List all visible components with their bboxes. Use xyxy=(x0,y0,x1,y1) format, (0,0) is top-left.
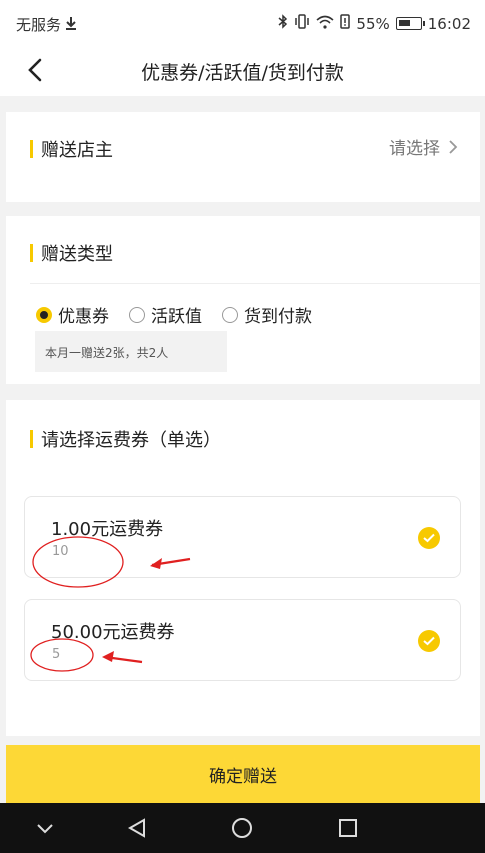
battery-percent: 55% xyxy=(356,14,390,33)
owner-section-title: 赠送店主 xyxy=(30,136,113,162)
nav-bar: 优惠券/活跃值/货到付款 xyxy=(0,46,485,96)
coupon-item[interactable]: 50.00元运费券 5 xyxy=(24,599,461,681)
owner-title-text: 赠送店主 xyxy=(41,140,113,161)
carrier-text: 无服务 xyxy=(16,16,62,34)
recents-nav-icon[interactable] xyxy=(337,817,359,839)
coupon-item[interactable]: 1.00元运费券 10 xyxy=(24,496,461,578)
radio-coupon[interactable]: 优惠券 xyxy=(36,302,109,327)
owner-section[interactable]: 赠送店主 请选择 xyxy=(6,112,480,202)
coupon-title-text: 请选择运费券（单选） xyxy=(41,430,221,451)
bluetooth-icon xyxy=(278,14,288,33)
type-radio-group: 优惠券 活跃值 货到付款 xyxy=(36,302,312,327)
status-bar: 无服务 55% 16:02 xyxy=(0,0,485,46)
radio-activity[interactable]: 活跃值 xyxy=(129,302,202,327)
coupon-section: 请选择运费券（单选） 1.00元运费券 10 50.00元运费券 5 xyxy=(6,400,480,736)
accent-bar xyxy=(30,430,33,448)
quota-hint: 本月一赠送2张，共2人 xyxy=(35,331,227,372)
type-section: 赠送类型 优惠券 活跃值 货到付款 本月一赠送2张，共2人 xyxy=(6,216,480,384)
clock-time: 16:02 xyxy=(427,14,471,33)
divider xyxy=(30,283,480,284)
accent-bar xyxy=(30,244,33,262)
status-left: 无服务 xyxy=(16,14,77,35)
home-nav-icon[interactable] xyxy=(231,817,253,839)
chevron-right-icon xyxy=(449,139,458,154)
battery-icon xyxy=(395,17,425,30)
radio-unselected-icon xyxy=(129,306,145,323)
radio-label: 优惠券 xyxy=(58,307,109,327)
system-nav-bar xyxy=(0,803,485,853)
vibrate-icon xyxy=(294,14,310,33)
coupon-count: 5 xyxy=(52,647,61,662)
hide-keyboard-icon[interactable] xyxy=(34,817,56,839)
radio-cod[interactable]: 货到付款 xyxy=(222,302,312,327)
page-title: 优惠券/活跃值/货到付款 xyxy=(141,62,344,84)
coupon-name: 50.00元运费券 xyxy=(51,622,175,643)
wifi-icon xyxy=(316,15,334,33)
owner-select[interactable]: 请选择 xyxy=(389,134,458,159)
type-title-text: 赠送类型 xyxy=(41,244,113,265)
owner-select-label: 请选择 xyxy=(389,139,440,159)
coupon-section-title: 请选择运费券（单选） xyxy=(30,426,221,452)
status-right: 55% 16:02 xyxy=(278,14,471,33)
sim-alert-icon xyxy=(340,14,351,33)
confirm-gift-button[interactable]: 确定赠送 xyxy=(6,745,480,803)
accent-bar xyxy=(30,140,33,158)
download-icon xyxy=(65,16,77,34)
radio-selected-icon xyxy=(36,306,52,323)
check-icon[interactable] xyxy=(418,527,440,549)
back-nav-icon[interactable] xyxy=(126,817,148,839)
radio-unselected-icon xyxy=(222,306,238,323)
coupon-name: 1.00元运费券 xyxy=(51,519,164,540)
type-section-title: 赠送类型 xyxy=(30,240,113,266)
radio-label: 货到付款 xyxy=(244,307,312,327)
radio-label: 活跃值 xyxy=(151,307,202,327)
check-icon[interactable] xyxy=(418,630,440,652)
coupon-count: 10 xyxy=(52,544,69,559)
